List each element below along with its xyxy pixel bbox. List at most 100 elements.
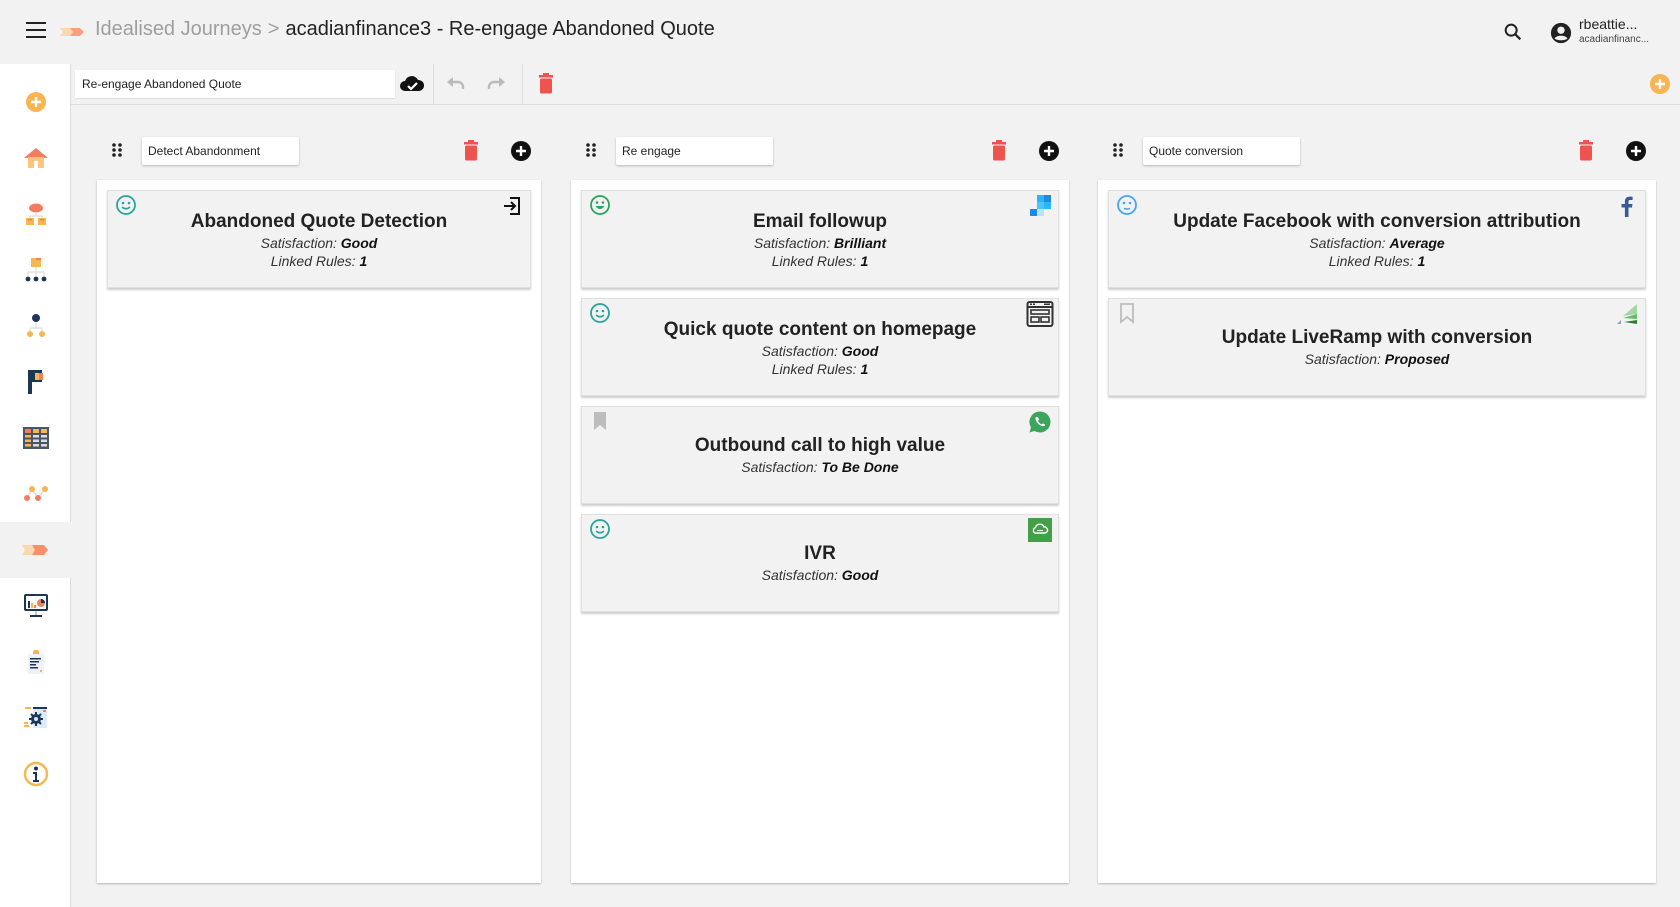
touchpoint-card[interactable]: Update Facebook with conversion attribut… bbox=[1108, 190, 1646, 288]
user-menu[interactable]: rbeattie... acadianfinanc... bbox=[1550, 16, 1649, 45]
card-satisfaction: Satisfaction: Average bbox=[1309, 235, 1445, 251]
folder-hierarchy-icon bbox=[25, 258, 46, 282]
card-title: Quick quote content on homepage bbox=[663, 319, 977, 340]
touchpoint-card[interactable]: IVR Satisfaction: Good bbox=[581, 514, 1059, 612]
report-icon bbox=[27, 650, 44, 674]
delete-stage-icon[interactable] bbox=[461, 140, 481, 162]
info-icon bbox=[23, 761, 48, 787]
undo-icon[interactable] bbox=[443, 72, 469, 96]
plus-circle-icon bbox=[25, 92, 46, 112]
breadcrumb-separator: > bbox=[267, 18, 280, 40]
card-linked-rules: Linked Rules: 1 bbox=[771, 253, 869, 269]
account-circle-icon bbox=[1550, 22, 1572, 44]
drag-handle-icon[interactable] bbox=[585, 142, 597, 158]
card-satisfaction: Satisfaction: Brilliant bbox=[753, 235, 887, 251]
org-chart-icon bbox=[26, 314, 45, 337]
card-title: Update LiveRamp with conversion bbox=[1221, 327, 1533, 348]
sidebar-item-report[interactable] bbox=[0, 634, 71, 690]
redo-icon[interactable] bbox=[483, 72, 509, 96]
journey-arrow-icon bbox=[21, 545, 48, 555]
card-title: IVR bbox=[804, 543, 836, 564]
facebook-icon bbox=[1621, 196, 1633, 217]
sidebar-item-home[interactable] bbox=[0, 130, 71, 186]
liveramp-icon bbox=[1617, 304, 1637, 324]
touchpoint-card[interactable]: Email followup Satisfaction: Brilliant L… bbox=[581, 190, 1059, 288]
delete-stage-icon[interactable] bbox=[1576, 140, 1596, 162]
dashboard-icon bbox=[23, 594, 48, 617]
card-title: Update Facebook with conversion attribut… bbox=[1173, 211, 1581, 232]
sidebar-item-settings[interactable] bbox=[0, 690, 71, 746]
sidebar-item-cloud-hierarchy[interactable] bbox=[0, 186, 71, 242]
card-linked-rules: Linked Rules: 1 bbox=[270, 253, 368, 269]
smile-icon bbox=[590, 303, 610, 323]
flag-icon bbox=[27, 370, 43, 394]
delete-stage-icon[interactable] bbox=[989, 140, 1009, 162]
top-bar: Idealised Journeys > acadianfinance3 - Re-… bbox=[0, 0, 1680, 64]
login-icon bbox=[504, 197, 520, 215]
touchpoint-card[interactable]: Quick quote content on homepage Satisfac… bbox=[581, 298, 1059, 396]
stage-body: Email followup Satisfaction: Brilliant L… bbox=[571, 180, 1069, 883]
sidebar-item-table[interactable] bbox=[0, 410, 71, 466]
drag-handle-icon[interactable] bbox=[1112, 142, 1124, 158]
card-satisfaction: Satisfaction: Good bbox=[260, 235, 378, 251]
stage-body: Abandoned Quote Detection Satisfaction: … bbox=[97, 180, 541, 883]
sidebar-item-info[interactable] bbox=[0, 746, 71, 802]
stage-name-input[interactable] bbox=[616, 137, 773, 165]
breadcrumb-current: acadianfinance3 - Re-engage Abandoned Qu… bbox=[285, 18, 715, 40]
neutral-face-icon bbox=[1117, 195, 1137, 215]
journey-name-input[interactable] bbox=[75, 70, 395, 98]
sidebar-item-org-chart[interactable] bbox=[0, 298, 71, 354]
grin-icon bbox=[590, 195, 610, 215]
sidebar bbox=[0, 64, 71, 907]
card-title: Abandoned Quote Detection bbox=[190, 211, 448, 232]
card-satisfaction: Satisfaction: Proposed bbox=[1304, 351, 1450, 367]
delete-journey-icon[interactable] bbox=[533, 72, 559, 96]
sidebar-item-graph[interactable] bbox=[0, 466, 71, 522]
card-satisfaction: Satisfaction: To Be Done bbox=[741, 459, 899, 475]
card-satisfaction: Satisfaction: Good bbox=[761, 343, 879, 359]
card-title: Outbound call to high value bbox=[694, 435, 946, 456]
smile-icon bbox=[116, 195, 136, 215]
cloud-hierarchy-icon bbox=[25, 203, 46, 225]
add-card-icon[interactable] bbox=[1625, 140, 1647, 162]
search-icon[interactable] bbox=[1502, 21, 1524, 43]
add-card-icon[interactable] bbox=[510, 140, 532, 162]
card-satisfaction: Satisfaction: Good bbox=[761, 567, 879, 583]
stage-name-input[interactable] bbox=[1143, 137, 1300, 165]
menu-icon[interactable] bbox=[26, 22, 46, 38]
webpage-icon bbox=[1026, 301, 1054, 327]
journey-arrow-icon bbox=[60, 28, 84, 36]
touchpoint-card[interactable]: Abandoned Quote Detection Satisfaction: … bbox=[107, 190, 531, 288]
drag-handle-icon[interactable] bbox=[111, 142, 123, 158]
card-linked-rules: Linked Rules: 1 bbox=[1328, 253, 1426, 269]
settings-icon bbox=[23, 707, 47, 728]
home-icon bbox=[23, 148, 48, 168]
bookmark-outline-icon bbox=[1120, 303, 1134, 324]
cloud-save-icon[interactable] bbox=[399, 72, 425, 96]
card-linked-rules: Linked Rules: 1 bbox=[771, 361, 869, 377]
smile-icon bbox=[590, 519, 610, 539]
journey-toolbar bbox=[71, 64, 1680, 105]
bookmark-filled-icon bbox=[594, 412, 606, 430]
add-stage-icon[interactable] bbox=[1649, 73, 1671, 95]
toolbar-divider bbox=[433, 64, 434, 104]
email-pixel-icon bbox=[1030, 195, 1051, 216]
sidebar-item-folder-hierarchy[interactable] bbox=[0, 242, 71, 298]
sidebar-item-flag[interactable] bbox=[0, 354, 71, 410]
add-card-icon[interactable] bbox=[1038, 140, 1060, 162]
breadcrumb-parent[interactable]: Idealised Journeys bbox=[95, 18, 262, 40]
breadcrumb: Idealised Journeys > acadianfinance3 - Re-… bbox=[95, 18, 715, 41]
user-name: rbeattie... bbox=[1579, 16, 1638, 32]
ivr-cloud-icon bbox=[1028, 518, 1052, 542]
card-title: Email followup bbox=[752, 211, 888, 232]
touchpoint-card[interactable]: Outbound call to high value Satisfaction… bbox=[581, 406, 1059, 504]
user-org: acadianfinanc... bbox=[1579, 34, 1650, 45]
table-icon bbox=[22, 427, 49, 449]
sidebar-item-journeys[interactable] bbox=[0, 522, 71, 578]
sidebar-item-dashboard[interactable] bbox=[0, 578, 71, 634]
touchpoint-card[interactable]: Update LiveRamp with conversion Satisfac… bbox=[1108, 298, 1646, 396]
sidebar-item-add[interactable] bbox=[0, 74, 71, 130]
whatsapp-icon bbox=[1029, 411, 1051, 433]
graph-icon bbox=[23, 486, 48, 501]
stage-name-input[interactable] bbox=[142, 137, 299, 165]
